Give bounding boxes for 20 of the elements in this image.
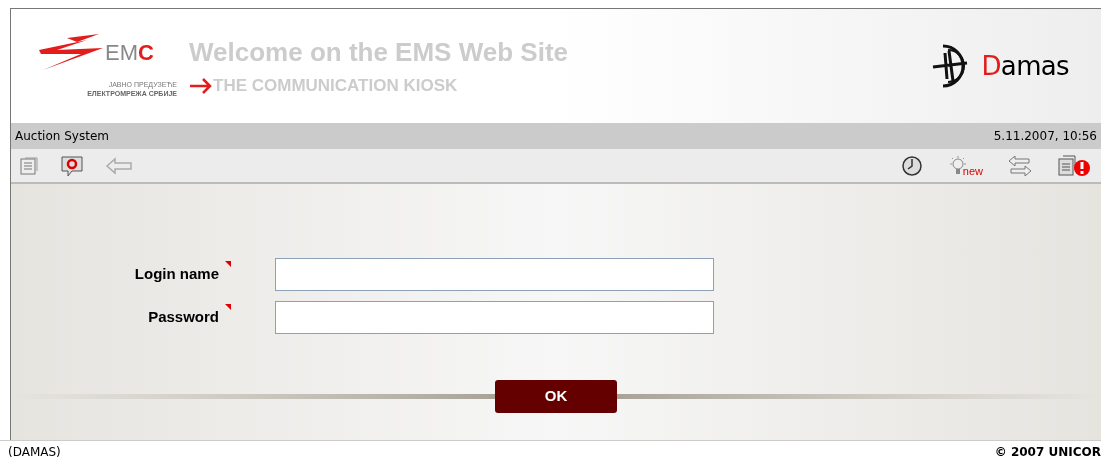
ok-button[interactable]: OK [495, 380, 617, 413]
document-icon[interactable] [19, 155, 39, 176]
logo-text: EMC [105, 38, 154, 67]
document-alert-icon[interactable] [1057, 154, 1091, 177]
brand-name: Damas [981, 51, 1069, 81]
input-field[interactable] [275, 258, 714, 291]
lightning-logo-icon [37, 34, 103, 70]
system-name: Auction System [15, 128, 109, 145]
clock-icon[interactable] [900, 154, 923, 177]
field-label: Password [148, 307, 219, 328]
field-label: Login name [134, 264, 219, 285]
arrow-icon [189, 78, 213, 94]
status-text: (DAMAS) [8, 443, 61, 461]
date-time: 5.11.2007, 10:56 [993, 128, 1097, 145]
transfer-arrows-icon[interactable] [1007, 154, 1033, 177]
new-label: new [962, 165, 983, 177]
back-arrow-icon[interactable] [105, 156, 133, 175]
help-icon[interactable] [59, 153, 85, 178]
input-field[interactable] [275, 301, 714, 334]
copyright-text: © 2007 UNICOR [994, 443, 1101, 461]
